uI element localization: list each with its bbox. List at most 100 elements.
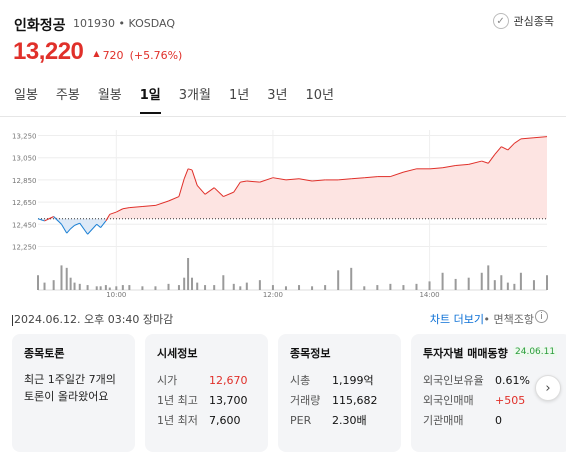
volume-bar xyxy=(298,285,301,290)
y-tick-label: 12,450 xyxy=(12,221,37,229)
volume-bar xyxy=(311,286,314,290)
volume-bar xyxy=(284,286,287,290)
tab-5[interactable]: 1년 xyxy=(229,84,249,114)
cards-next-button[interactable]: › xyxy=(535,375,561,401)
volume-bar xyxy=(213,285,216,290)
timestamp-text: 2024.06.12. 오후 03:40 장마감 xyxy=(14,313,174,326)
intraday-price-chart: 12,250 12,450 12,650 12,850 13,050 13,250 10:0… xyxy=(12,130,548,299)
area-fill-down xyxy=(38,218,547,235)
volume-bar xyxy=(86,285,89,290)
volume-bar xyxy=(467,277,470,290)
market-row-year-high: 1년 최고 13,700 xyxy=(157,391,256,411)
volume-bar xyxy=(324,285,327,290)
volume-bar xyxy=(415,283,418,290)
chart-more-link[interactable]: 차트 더보기 xyxy=(430,311,484,327)
volume-bar xyxy=(69,277,72,290)
tab-2[interactable]: 월봉 xyxy=(98,84,122,114)
market-row-label: 1년 최고 xyxy=(157,394,198,407)
y-tick-label: 12,850 xyxy=(12,177,37,185)
volume-bar xyxy=(500,275,503,290)
volume-bar xyxy=(187,258,190,290)
volume-bar xyxy=(191,277,194,290)
volume-bar xyxy=(65,267,68,290)
tab-6[interactable]: 3년 xyxy=(267,84,287,114)
market-row-year-low: 1년 최저 7,600 xyxy=(157,411,256,431)
volume-bar xyxy=(363,286,366,290)
volume-bar xyxy=(232,283,235,290)
volume-bar xyxy=(99,286,102,290)
tab-0[interactable]: 일봉 xyxy=(14,84,38,114)
volume-bar xyxy=(108,287,111,290)
tab-4[interactable]: 3개월 xyxy=(179,84,211,114)
y-tick-label: 13,050 xyxy=(12,155,37,163)
stock-name: 인화정공 xyxy=(14,18,66,34)
volume-bar xyxy=(115,286,118,290)
chart-footer: 2024.06.12. 오후 03:40 장마감 차트 더보기 • 면책조항 i xyxy=(12,309,548,327)
stockinfo-row-label: PER xyxy=(290,414,312,427)
check-icon: ✓ xyxy=(492,13,509,29)
tabs-divider xyxy=(0,116,566,117)
volume-bar xyxy=(376,285,379,290)
volume-bar xyxy=(245,282,248,290)
volume-bar xyxy=(350,267,353,290)
market-info-card[interactable]: 시세정보 시가 12,670 1년 최고 13,700 1년 최저 7,600 xyxy=(145,334,268,452)
volume-bar xyxy=(428,281,431,290)
volume-bar xyxy=(177,285,180,290)
investor-row-label: 외국인매매 xyxy=(423,394,474,407)
period-tabs: 일봉 주봉 월봉 1일 3개월 1년 3년 10년 xyxy=(14,84,352,114)
favorite-label: 관심종목 xyxy=(513,15,554,28)
volume-bar xyxy=(128,285,131,290)
volume-bar xyxy=(519,272,522,290)
stockinfo-row-value: 115,682 xyxy=(332,394,378,407)
x-tick-label: 10:00 xyxy=(106,291,126,299)
stockinfo-row-marketcap: 시총 1,199억 xyxy=(290,371,389,391)
chevron-right-icon: › xyxy=(545,380,551,396)
volume-bar xyxy=(222,275,225,290)
volume-bar xyxy=(154,286,157,290)
disclaimer-link[interactable]: • 면책조항 xyxy=(484,311,534,327)
volume-bar xyxy=(37,275,39,290)
y-tick-label: 13,250 xyxy=(12,133,37,141)
stockinfo-row-per: PER 2.30배 xyxy=(290,411,389,431)
volume-bar xyxy=(402,285,405,290)
market-row-label: 1년 최저 xyxy=(157,414,198,427)
tab-7[interactable]: 10년 xyxy=(305,84,334,114)
volume-bar xyxy=(487,265,490,290)
stock-code-market: 101930 • KOSDAQ xyxy=(73,17,175,30)
info-icon[interactable]: i xyxy=(535,310,548,323)
volume-bar xyxy=(60,265,63,290)
volume-bar xyxy=(104,285,107,290)
discussion-card[interactable]: 종목토론 최근 1주일간 7개의 토론이 올라왔어요 xyxy=(12,334,135,452)
volume-bar xyxy=(52,280,55,290)
discussion-card-text: 최근 1주일간 7개의 토론이 올라왔어요 xyxy=(24,373,116,403)
volume-bar xyxy=(78,283,81,290)
text-cursor xyxy=(12,314,13,326)
stock-info-card[interactable]: 종목정보 시총 1,199억 거래량 115,682 PER 2.30배 xyxy=(278,334,401,452)
tab-3[interactable]: 1일 xyxy=(139,84,161,114)
stockinfo-row-value: 2.30배 xyxy=(332,414,367,427)
volume-bar xyxy=(493,280,496,290)
favorite-button[interactable]: ✓ 관심종목 xyxy=(492,13,554,29)
y-tick-label: 12,650 xyxy=(12,199,37,207)
market-row-value: 12,670 xyxy=(209,374,248,387)
stockinfo-row-value: 1,199억 xyxy=(332,374,374,387)
price-change-rate: (+5.76%) xyxy=(129,49,183,62)
volume-bar xyxy=(43,282,46,290)
info-cards: 종목토론 최근 1주일간 7개의 토론이 올라왔어요 시세정보 시가 12,670… xyxy=(12,334,566,457)
volume-bar xyxy=(258,280,261,290)
volume-bar xyxy=(337,270,340,290)
market-row-value: 13,700 xyxy=(209,394,248,407)
tab-1[interactable]: 주봉 xyxy=(56,84,80,114)
volume-bar xyxy=(167,283,170,290)
volume-bar xyxy=(141,286,144,290)
market-row-value: 7,600 xyxy=(209,414,241,427)
volume-bar xyxy=(196,282,199,290)
price-row: 13,220 ▲ 720 (+5.76%) xyxy=(13,38,182,66)
investor-date-badge: 24.06.11 xyxy=(513,347,558,357)
volume-bar xyxy=(389,283,392,290)
volume-bar xyxy=(506,282,509,290)
volume-bar xyxy=(480,272,483,290)
current-price: 13,220 xyxy=(13,38,84,65)
investor-row-institution: 기관매매 0 xyxy=(423,411,559,431)
market-row-open: 시가 12,670 xyxy=(157,371,256,391)
